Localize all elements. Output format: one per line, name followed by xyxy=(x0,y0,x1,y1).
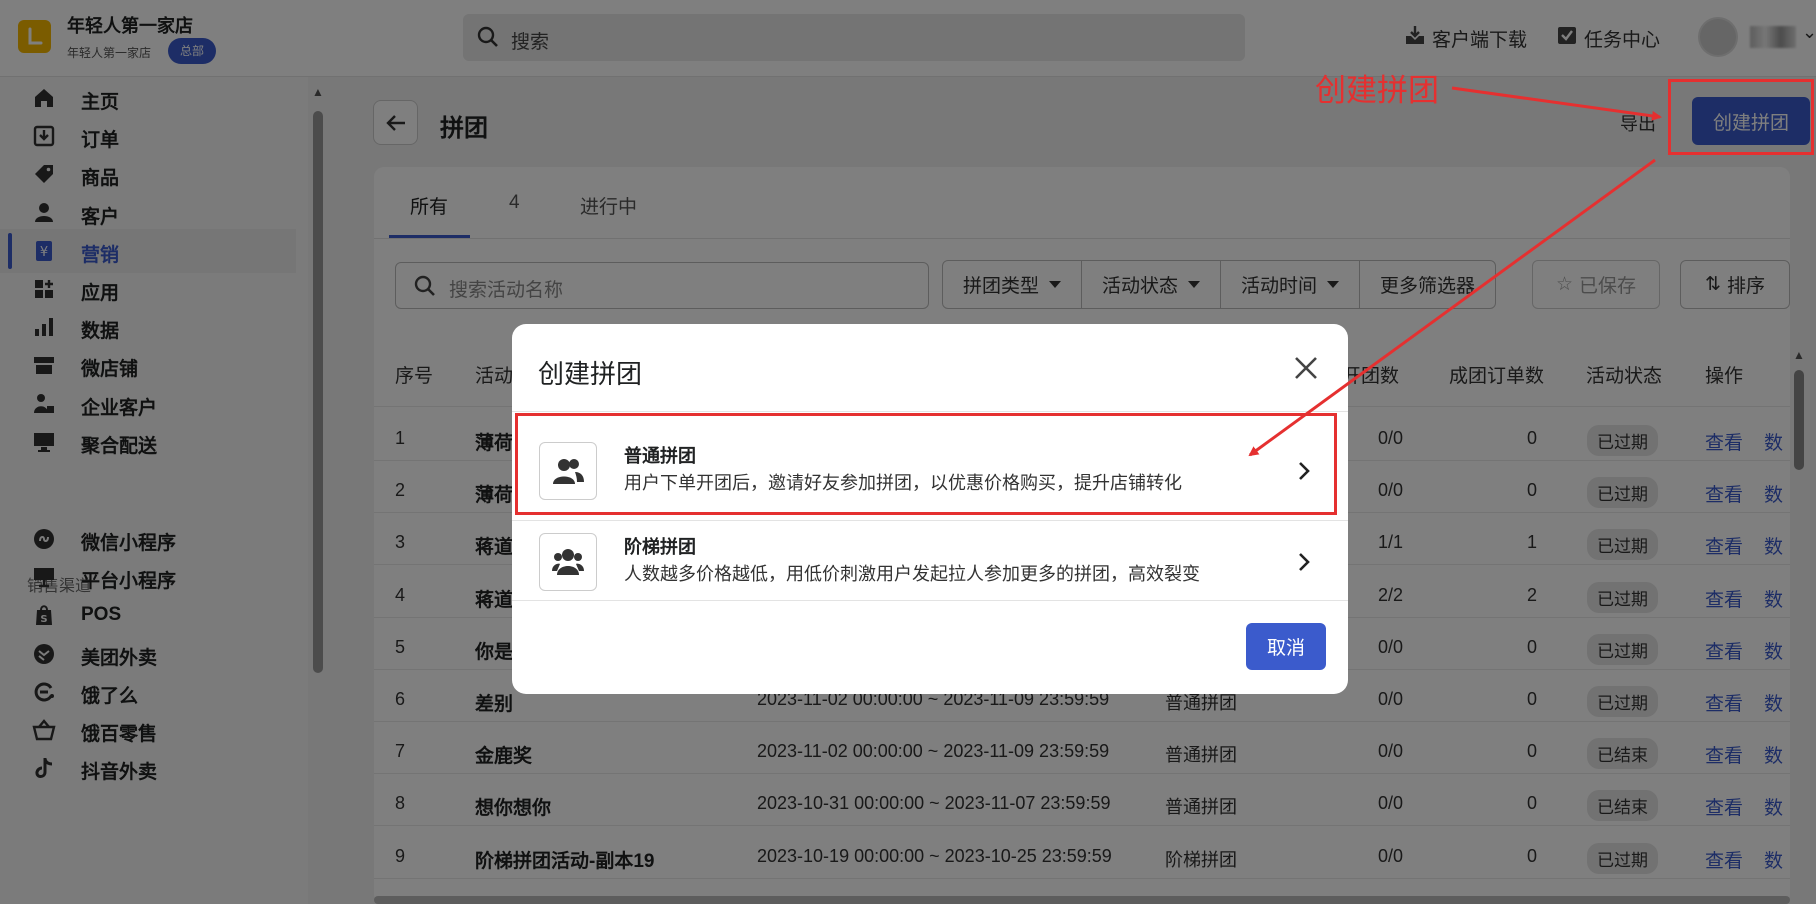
annotation-highlight-normal-option xyxy=(515,413,1337,515)
dialog-footer-divider xyxy=(512,600,1348,601)
option-description: 人数越多价格越低，用低价刺激用户发起拉人参加更多的拼团，高效裂变 xyxy=(624,564,1200,584)
cancel-button[interactable]: 取消 xyxy=(1246,623,1326,670)
annotation-highlight-create-button xyxy=(1668,79,1814,155)
dialog-divider xyxy=(512,411,1348,412)
close-icon[interactable] xyxy=(1292,354,1320,382)
option-title: 阶梯拼团 xyxy=(624,537,696,557)
chevron-right-icon xyxy=(1299,553,1310,571)
users-group-icon xyxy=(539,533,597,591)
dialog-title: 创建拼团 xyxy=(538,359,643,389)
annotation-label: 创建拼团 xyxy=(1315,73,1439,108)
option-tiered-group-buy[interactable]: 阶梯拼团 人数越多价格越低，用低价刺激用户发起拉人参加更多的拼团，高效裂变 xyxy=(512,523,1348,615)
option-divider xyxy=(512,520,1348,521)
